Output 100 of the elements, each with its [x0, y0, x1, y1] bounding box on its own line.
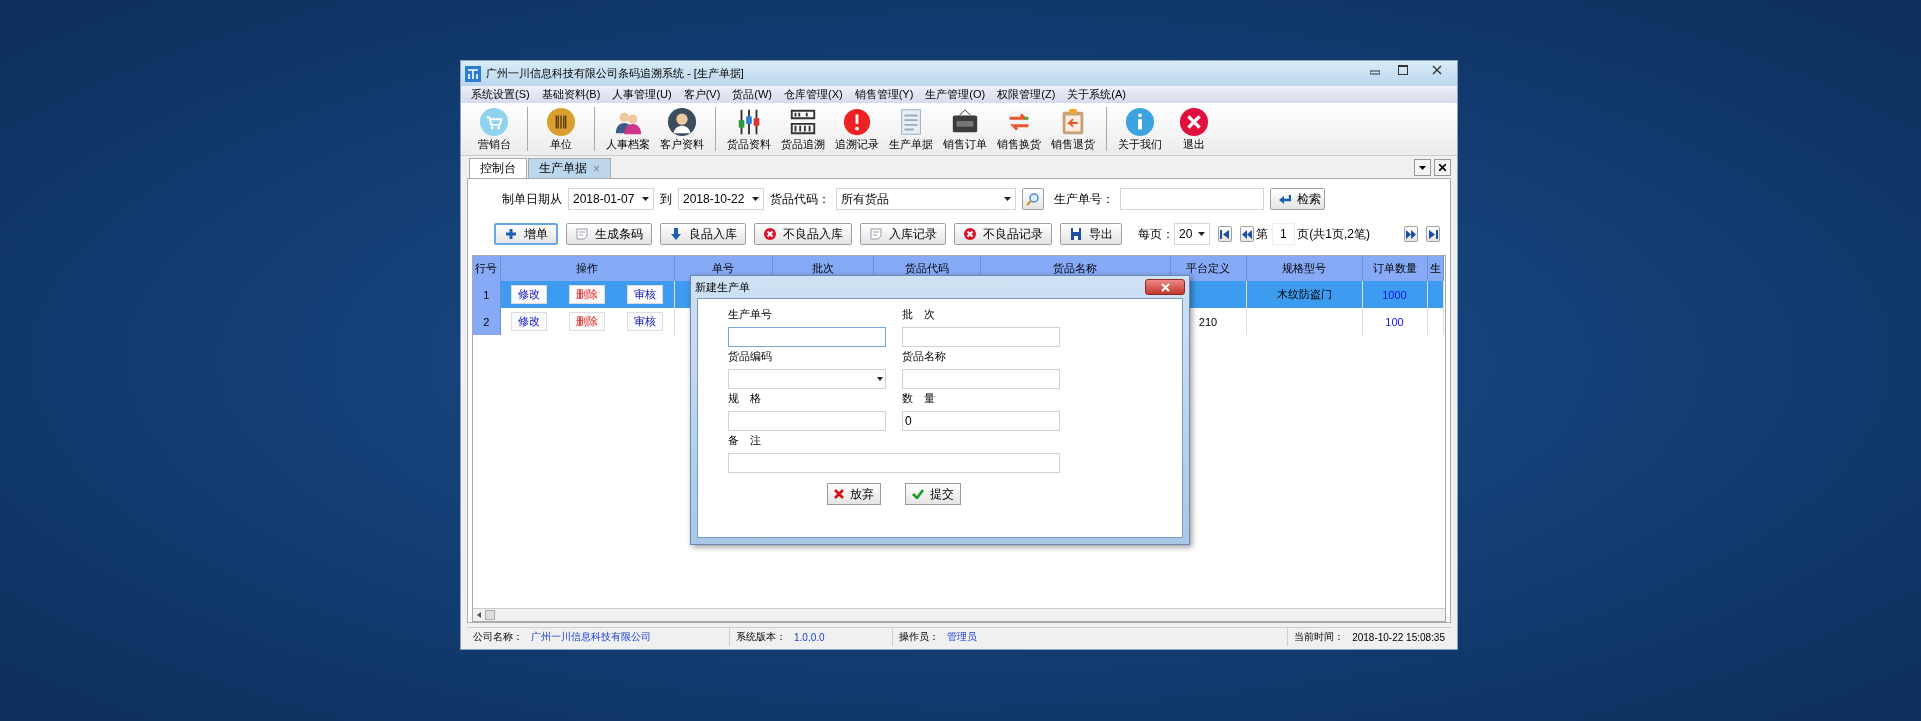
status-label: 操作员： [899, 630, 939, 644]
edit-button[interactable]: 修改 [511, 285, 548, 304]
menu-item[interactable]: 权限管理(Z) [991, 87, 1062, 102]
toolbar-button[interactable]: 退出 [1167, 107, 1221, 151]
delete-button[interactable]: 删除 [569, 312, 605, 331]
toolbar-button[interactable]: 客户资料 [655, 107, 709, 151]
field-label: 规 格 [728, 391, 762, 406]
toolbar-button[interactable]: 入库记录 [860, 223, 946, 245]
status-value: 2018-10-22 15:08:35 [1352, 631, 1445, 643]
table-cell: 1000 [1362, 281, 1427, 308]
error-icon [763, 227, 777, 241]
toolbar-button[interactable]: 单位 [534, 107, 588, 151]
product-select[interactable]: 所有货品 [836, 188, 1016, 210]
menu-item[interactable]: 生产管理(O) [919, 87, 992, 102]
menu-item[interactable]: 仓库管理(X) [778, 87, 849, 102]
menu-item[interactable]: 销售管理(Y) [848, 87, 920, 102]
input-field[interactable] [728, 327, 886, 347]
menu-item[interactable]: 基础资料(B) [535, 87, 607, 102]
note-field[interactable] [728, 453, 1060, 473]
select-field[interactable] [728, 369, 886, 389]
close-icon [1160, 282, 1170, 292]
page-summary: 页(共1页,2笔) [1297, 225, 1370, 243]
audit-button[interactable]: 审核 [626, 312, 663, 331]
date-field[interactable]: 2018-10-22 [678, 188, 764, 210]
caret-icon [752, 197, 759, 201]
column-header: 订单数量 [1362, 256, 1427, 281]
toolbar-button[interactable]: 不良品记录 [954, 223, 1052, 245]
toolbar-button[interactable]: 生产单据 [884, 107, 938, 151]
x-icon [834, 489, 844, 499]
status-value: 1.0.0.0 [794, 631, 825, 643]
input-field[interactable] [902, 327, 1060, 347]
toolbar-button[interactable]: 货品追溯 [776, 107, 830, 151]
check-icon [912, 489, 924, 499]
caret-icon [642, 197, 649, 201]
alert-icon [842, 107, 872, 137]
caret-icon [1004, 197, 1011, 201]
toolbar-button[interactable]: 增单 [494, 223, 558, 245]
input-field[interactable]: 0 [902, 411, 1060, 431]
note-icon [869, 227, 883, 241]
field-label: 货品名称 [902, 349, 947, 364]
first-page-button[interactable] [1217, 226, 1232, 242]
submit-button[interactable]: 提交 [905, 483, 961, 505]
toolbar-button[interactable]: 营销台 [467, 107, 521, 151]
toolbar-button[interactable]: 货品资料 [722, 107, 776, 151]
toolbar-button[interactable]: 不良品入库 [754, 223, 852, 245]
toolbar-button[interactable]: 人事档案 [601, 107, 655, 151]
previous-page-icon [1241, 229, 1252, 239]
status-value: 管理员 [947, 630, 977, 644]
close-icon [1439, 164, 1446, 171]
toolbar-button[interactable]: 良品入库 [660, 223, 746, 245]
close-button[interactable] [1145, 279, 1185, 295]
toolbar-button[interactable]: 导出 [1060, 223, 1122, 245]
last-page-button[interactable] [1425, 226, 1440, 242]
field-label: 货品编码 [728, 349, 773, 364]
previous-page-button[interactable] [1239, 226, 1254, 242]
page-size-select[interactable]: 20 [1174, 223, 1210, 245]
input-field[interactable] [728, 411, 886, 431]
close-tab-button[interactable] [1434, 159, 1451, 176]
toolbar-button[interactable]: 追溯记录 [830, 107, 884, 151]
order-number-field[interactable] [1120, 188, 1264, 210]
down-arrow-icon [669, 227, 683, 241]
field-label: 数 量 [902, 391, 936, 406]
delete-button[interactable]: 删除 [569, 285, 605, 304]
toolbar-button[interactable]: 销售退货 [1046, 107, 1100, 151]
menu-item[interactable]: 关于系统(A) [1061, 87, 1132, 102]
edit-button[interactable]: 修改 [511, 312, 548, 331]
column-header: 操作 [500, 256, 674, 281]
page-number-field[interactable]: 1 [1271, 223, 1296, 245]
search-button[interactable] [1022, 188, 1044, 210]
cancel-button[interactable]: 放弃 [827, 483, 881, 505]
status-value: 广州一川信息科技有限公司 [531, 630, 651, 644]
field-label: 到 [660, 190, 672, 208]
input-field[interactable] [902, 369, 1060, 389]
field-label: 批 次 [902, 307, 936, 322]
table-cell: 木纹防盗门 [1246, 281, 1362, 308]
column-header: 规格型号 [1246, 256, 1362, 281]
tab[interactable]: 生产单据 × [528, 158, 611, 178]
toolbar-button[interactable]: 销售订单 [938, 107, 992, 151]
search-button[interactable]: 检索 [1270, 188, 1325, 210]
next-page-button[interactable] [1403, 226, 1418, 242]
menu-item[interactable]: 货品(W) [726, 87, 778, 102]
menu-item[interactable]: 人事管理(U) [606, 87, 678, 102]
next-page-icon [1405, 229, 1416, 239]
tab[interactable]: 控制台 [469, 158, 527, 178]
scrollbar-thumb[interactable] [485, 610, 495, 620]
date-field[interactable]: 2018-01-07 [568, 188, 654, 210]
column-header: 平台定义 [1170, 256, 1246, 281]
info-icon [1125, 107, 1155, 137]
tab-list-button[interactable] [1414, 159, 1431, 176]
last-page-icon [1428, 229, 1438, 239]
menu-item[interactable]: 客户(V) [677, 87, 727, 102]
field-label: 备 注 [728, 433, 762, 448]
menu-item[interactable]: 系统设置(S) [465, 87, 536, 102]
close-icon [1179, 107, 1209, 137]
toolbar-button[interactable]: 生成条码 [566, 223, 652, 245]
toolbar-button[interactable]: 销售换货 [992, 107, 1046, 151]
plus-icon [504, 227, 518, 241]
return-arrow-icon [1279, 194, 1291, 204]
toolbar-button[interactable]: 关于我们 [1113, 107, 1167, 151]
audit-button[interactable]: 审核 [626, 285, 663, 304]
